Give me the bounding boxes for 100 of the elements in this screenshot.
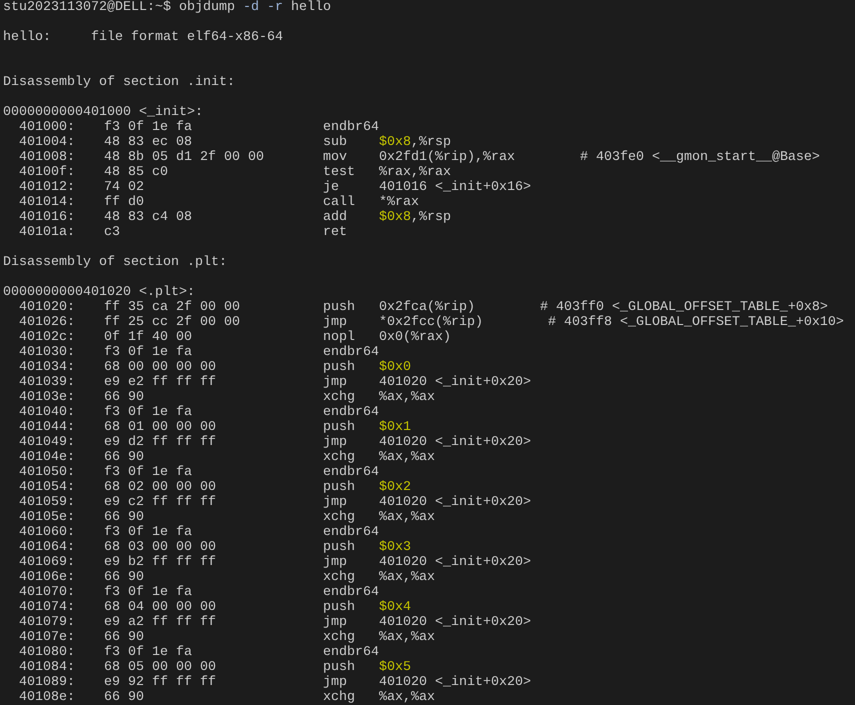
instruction-operands: $0x8,%rsp: [379, 135, 451, 150]
instruction-bytes: e9 e2 ff ff ff: [104, 375, 217, 390]
instruction-mnemonic: jmp: [323, 315, 348, 330]
instruction-address: 401070:: [19, 585, 76, 600]
instruction-mnemonic: add: [323, 210, 348, 225]
prompt-text: stu2023113072@DELL:~$: [3, 0, 171, 15]
instruction-operands: 401020 <_init+0x20>: [379, 495, 531, 510]
symbol-address: 0000000000401020: [3, 285, 131, 300]
instruction-mnemonic: jmp: [323, 495, 348, 510]
instruction-bytes: 66 90: [104, 690, 145, 705]
instruction-address: 401014:: [19, 195, 76, 210]
instruction-bytes: e9 92 ff ff ff: [104, 675, 217, 690]
instruction-address: 401039:: [19, 375, 76, 390]
instruction-bytes: 68 01 00 00 00: [104, 420, 217, 435]
instruction-mnemonic: test: [323, 165, 356, 180]
instruction-mnemonic: jmp: [323, 555, 348, 570]
instruction-operands: 401020 <_init+0x20>: [379, 615, 531, 630]
instruction-mnemonic: endbr64: [323, 345, 379, 360]
instruction-operands: %ax,%ax: [379, 390, 435, 405]
instruction-operands: $0x3: [379, 540, 411, 555]
instruction-bytes: 68 02 00 00 00: [104, 480, 217, 495]
instruction-comment: # 403fe0 <__gmon_start__@Base>: [580, 150, 820, 165]
instruction-bytes: f3 0f 1e fa: [104, 345, 193, 360]
instruction-operands: %rax,%rax: [379, 165, 451, 180]
instruction-bytes: e9 a2 ff ff ff: [104, 615, 217, 630]
instruction-mnemonic: push: [323, 480, 356, 495]
instruction-operands: $0x1: [379, 420, 411, 435]
instruction-address: 401089:: [19, 675, 76, 690]
instruction-operands: 0x2fd1(%rip),%rax: [379, 150, 515, 165]
instruction-bytes: f3 0f 1e fa: [104, 465, 193, 480]
instruction-mnemonic: push: [323, 540, 356, 555]
instruction-address: 40104e:: [19, 450, 76, 465]
instruction-operands: %ax,%ax: [379, 690, 435, 705]
symbol-label: <.plt>:: [138, 285, 195, 300]
instruction-operands: *%rax: [379, 195, 419, 210]
instruction-bytes: 48 83 ec 08: [104, 135, 193, 150]
instruction-mnemonic: mov: [323, 150, 348, 165]
instruction-address: 401012:: [19, 180, 76, 195]
instruction-address: 401069:: [19, 555, 76, 570]
instruction-mnemonic: endbr64: [323, 120, 379, 135]
instruction-bytes: f3 0f 1e fa: [104, 405, 193, 420]
instruction-bytes: e9 c2 ff ff ff: [104, 495, 217, 510]
section-heading: Disassembly of section .init:: [3, 75, 235, 90]
instruction-mnemonic: sub: [323, 135, 348, 150]
instruction-operands: $0x4: [379, 600, 411, 615]
instruction-operands: *0x2fcc(%rip): [379, 315, 483, 330]
instruction-address: 40107e:: [19, 630, 76, 645]
instruction-bytes: e9 b2 ff ff ff: [104, 555, 217, 570]
instruction-bytes: 66 90: [104, 570, 145, 585]
instruction-bytes: 48 83 c4 08: [104, 210, 193, 225]
instruction-address: 401049:: [19, 435, 76, 450]
instruction-mnemonic: push: [323, 300, 356, 315]
instruction-mnemonic: jmp: [323, 435, 348, 450]
instruction-operands: 401020 <_init+0x20>: [379, 435, 531, 450]
symbol-label: <_init>:: [138, 105, 203, 120]
instruction-address: 401064:: [19, 540, 76, 555]
instruction-bytes: 68 05 00 00 00: [104, 660, 217, 675]
instruction-address: 401050:: [19, 465, 76, 480]
instruction-mnemonic: endbr64: [323, 465, 379, 480]
file-format-text: file format elf64-x86-64: [91, 30, 283, 45]
instruction-operands: %ax,%ax: [379, 570, 435, 585]
instruction-address: 40101a:: [19, 225, 76, 240]
instruction-address: 401000:: [19, 120, 76, 135]
instruction-mnemonic: push: [323, 660, 356, 675]
instruction-operands: %ax,%ax: [379, 630, 435, 645]
instruction-address: 401026:: [19, 315, 76, 330]
instruction-address: 401079:: [19, 615, 76, 630]
instruction-mnemonic: xchg: [323, 690, 356, 705]
instruction-address: 40103e:: [19, 390, 76, 405]
instruction-mnemonic: xchg: [323, 390, 356, 405]
instruction-operands: 0x0(%rax): [379, 330, 451, 345]
instruction-address: 401040:: [19, 405, 76, 420]
instruction-address: 401059:: [19, 495, 76, 510]
instruction-address: 40106e:: [19, 570, 76, 585]
instruction-address: 40105e:: [19, 510, 76, 525]
instruction-operands: 0x2fca(%rip): [379, 300, 475, 315]
instruction-mnemonic: call: [323, 195, 356, 210]
instruction-mnemonic: jmp: [323, 375, 348, 390]
instruction-bytes: ff d0: [104, 195, 145, 210]
instruction-mnemonic: jmp: [323, 615, 348, 630]
instruction-bytes: 66 90: [104, 390, 145, 405]
instruction-address: 401004:: [19, 135, 76, 150]
instruction-mnemonic: xchg: [323, 630, 356, 645]
instruction-comment: # 403ff8 <_GLOBAL_OFFSET_TABLE_+0x10>: [548, 315, 844, 330]
instruction-operands: 401020 <_init+0x20>: [379, 675, 531, 690]
instruction-address: 401016:: [19, 210, 76, 225]
instruction-address: 40100f:: [19, 165, 76, 180]
instruction-operands: 401016 <_init+0x16>: [379, 180, 531, 195]
instruction-address: 401044:: [19, 420, 76, 435]
instruction-bytes: f3 0f 1e fa: [104, 120, 193, 135]
instruction-mnemonic: push: [323, 360, 356, 375]
instruction-bytes: f3 0f 1e fa: [104, 645, 193, 660]
instruction-address: 401054:: [19, 480, 76, 495]
instruction-operands: $0x0: [379, 360, 411, 375]
instruction-bytes: 48 85 c0: [104, 165, 169, 180]
instruction-mnemonic: endbr64: [323, 525, 379, 540]
instruction-mnemonic: xchg: [323, 450, 356, 465]
instruction-mnemonic: endbr64: [323, 585, 379, 600]
instruction-address: 401034:: [19, 360, 76, 375]
symbol-address: 0000000000401000: [3, 105, 131, 120]
